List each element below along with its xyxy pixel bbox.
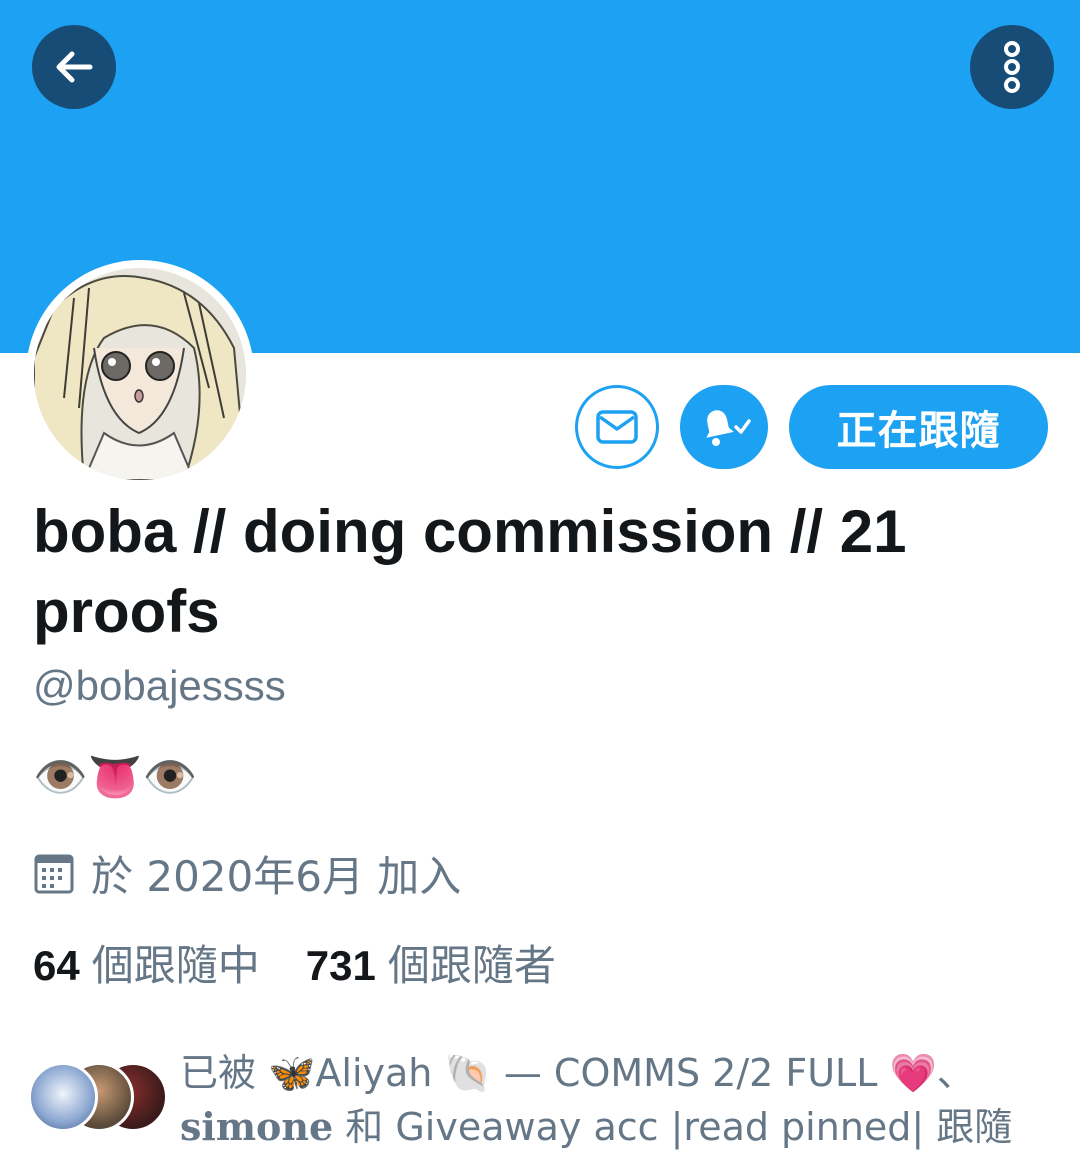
back-button[interactable] bbox=[32, 25, 116, 109]
notifications-button[interactable] bbox=[680, 385, 768, 469]
follower-avatars bbox=[28, 1062, 168, 1132]
follower-avatar bbox=[28, 1062, 98, 1132]
message-button[interactable] bbox=[575, 385, 659, 469]
join-date: 於 2020年6月 加入 bbox=[33, 843, 461, 904]
avatar-image bbox=[34, 268, 246, 480]
user-handle: @bobajessss bbox=[33, 662, 286, 709]
arrow-left-icon bbox=[56, 51, 93, 83]
follow-stats: 64 個跟隨中 731 個跟隨者 bbox=[33, 932, 602, 993]
followed-by-section[interactable]: 已被 🦋Aliyah 🐚 — COMMS 2/2 FULL 💗、 𝐬𝐢𝐦𝐨𝐧𝐞 和… bbox=[28, 1040, 1058, 1150]
followers-count: 731 bbox=[305, 942, 376, 989]
followers-label: 個跟隨者 bbox=[387, 941, 556, 990]
follower-name: Giveaway acc |read pinned| bbox=[395, 1105, 925, 1149]
more-options-button[interactable] bbox=[970, 25, 1054, 109]
more-vertical-icon bbox=[1004, 41, 1020, 93]
profile-bio: 👁️👅👁️ bbox=[33, 752, 198, 803]
followed-by-text: 已被 🦋Aliyah 🐚 — COMMS 2/2 FULL 💗、 𝐬𝐢𝐦𝐨𝐧𝐞 和… bbox=[180, 1051, 1013, 1149]
mail-icon bbox=[596, 410, 638, 444]
following-stat[interactable]: 64 個跟隨中 bbox=[33, 932, 260, 993]
following-count: 64 bbox=[33, 942, 80, 989]
bell-check-icon bbox=[706, 410, 751, 446]
followers-stat[interactable]: 731 個跟隨者 bbox=[306, 932, 556, 993]
join-date-text: 於 2020年6月 加入 bbox=[91, 852, 462, 901]
follower-name: 🦋Aliyah 🐚 — COMMS 2/2 FULL 💗 bbox=[268, 1051, 937, 1095]
calendar-icon bbox=[34, 854, 74, 893]
following-button[interactable]: 正在跟隨 bbox=[789, 385, 1048, 469]
following-label: 個跟隨中 bbox=[91, 941, 260, 990]
follower-name: 𝐬𝐢𝐦𝐨𝐧𝐞 bbox=[180, 1104, 334, 1149]
display-name: boba // doing commission // 21 proofs bbox=[33, 498, 907, 645]
profile-avatar[interactable] bbox=[26, 260, 254, 488]
